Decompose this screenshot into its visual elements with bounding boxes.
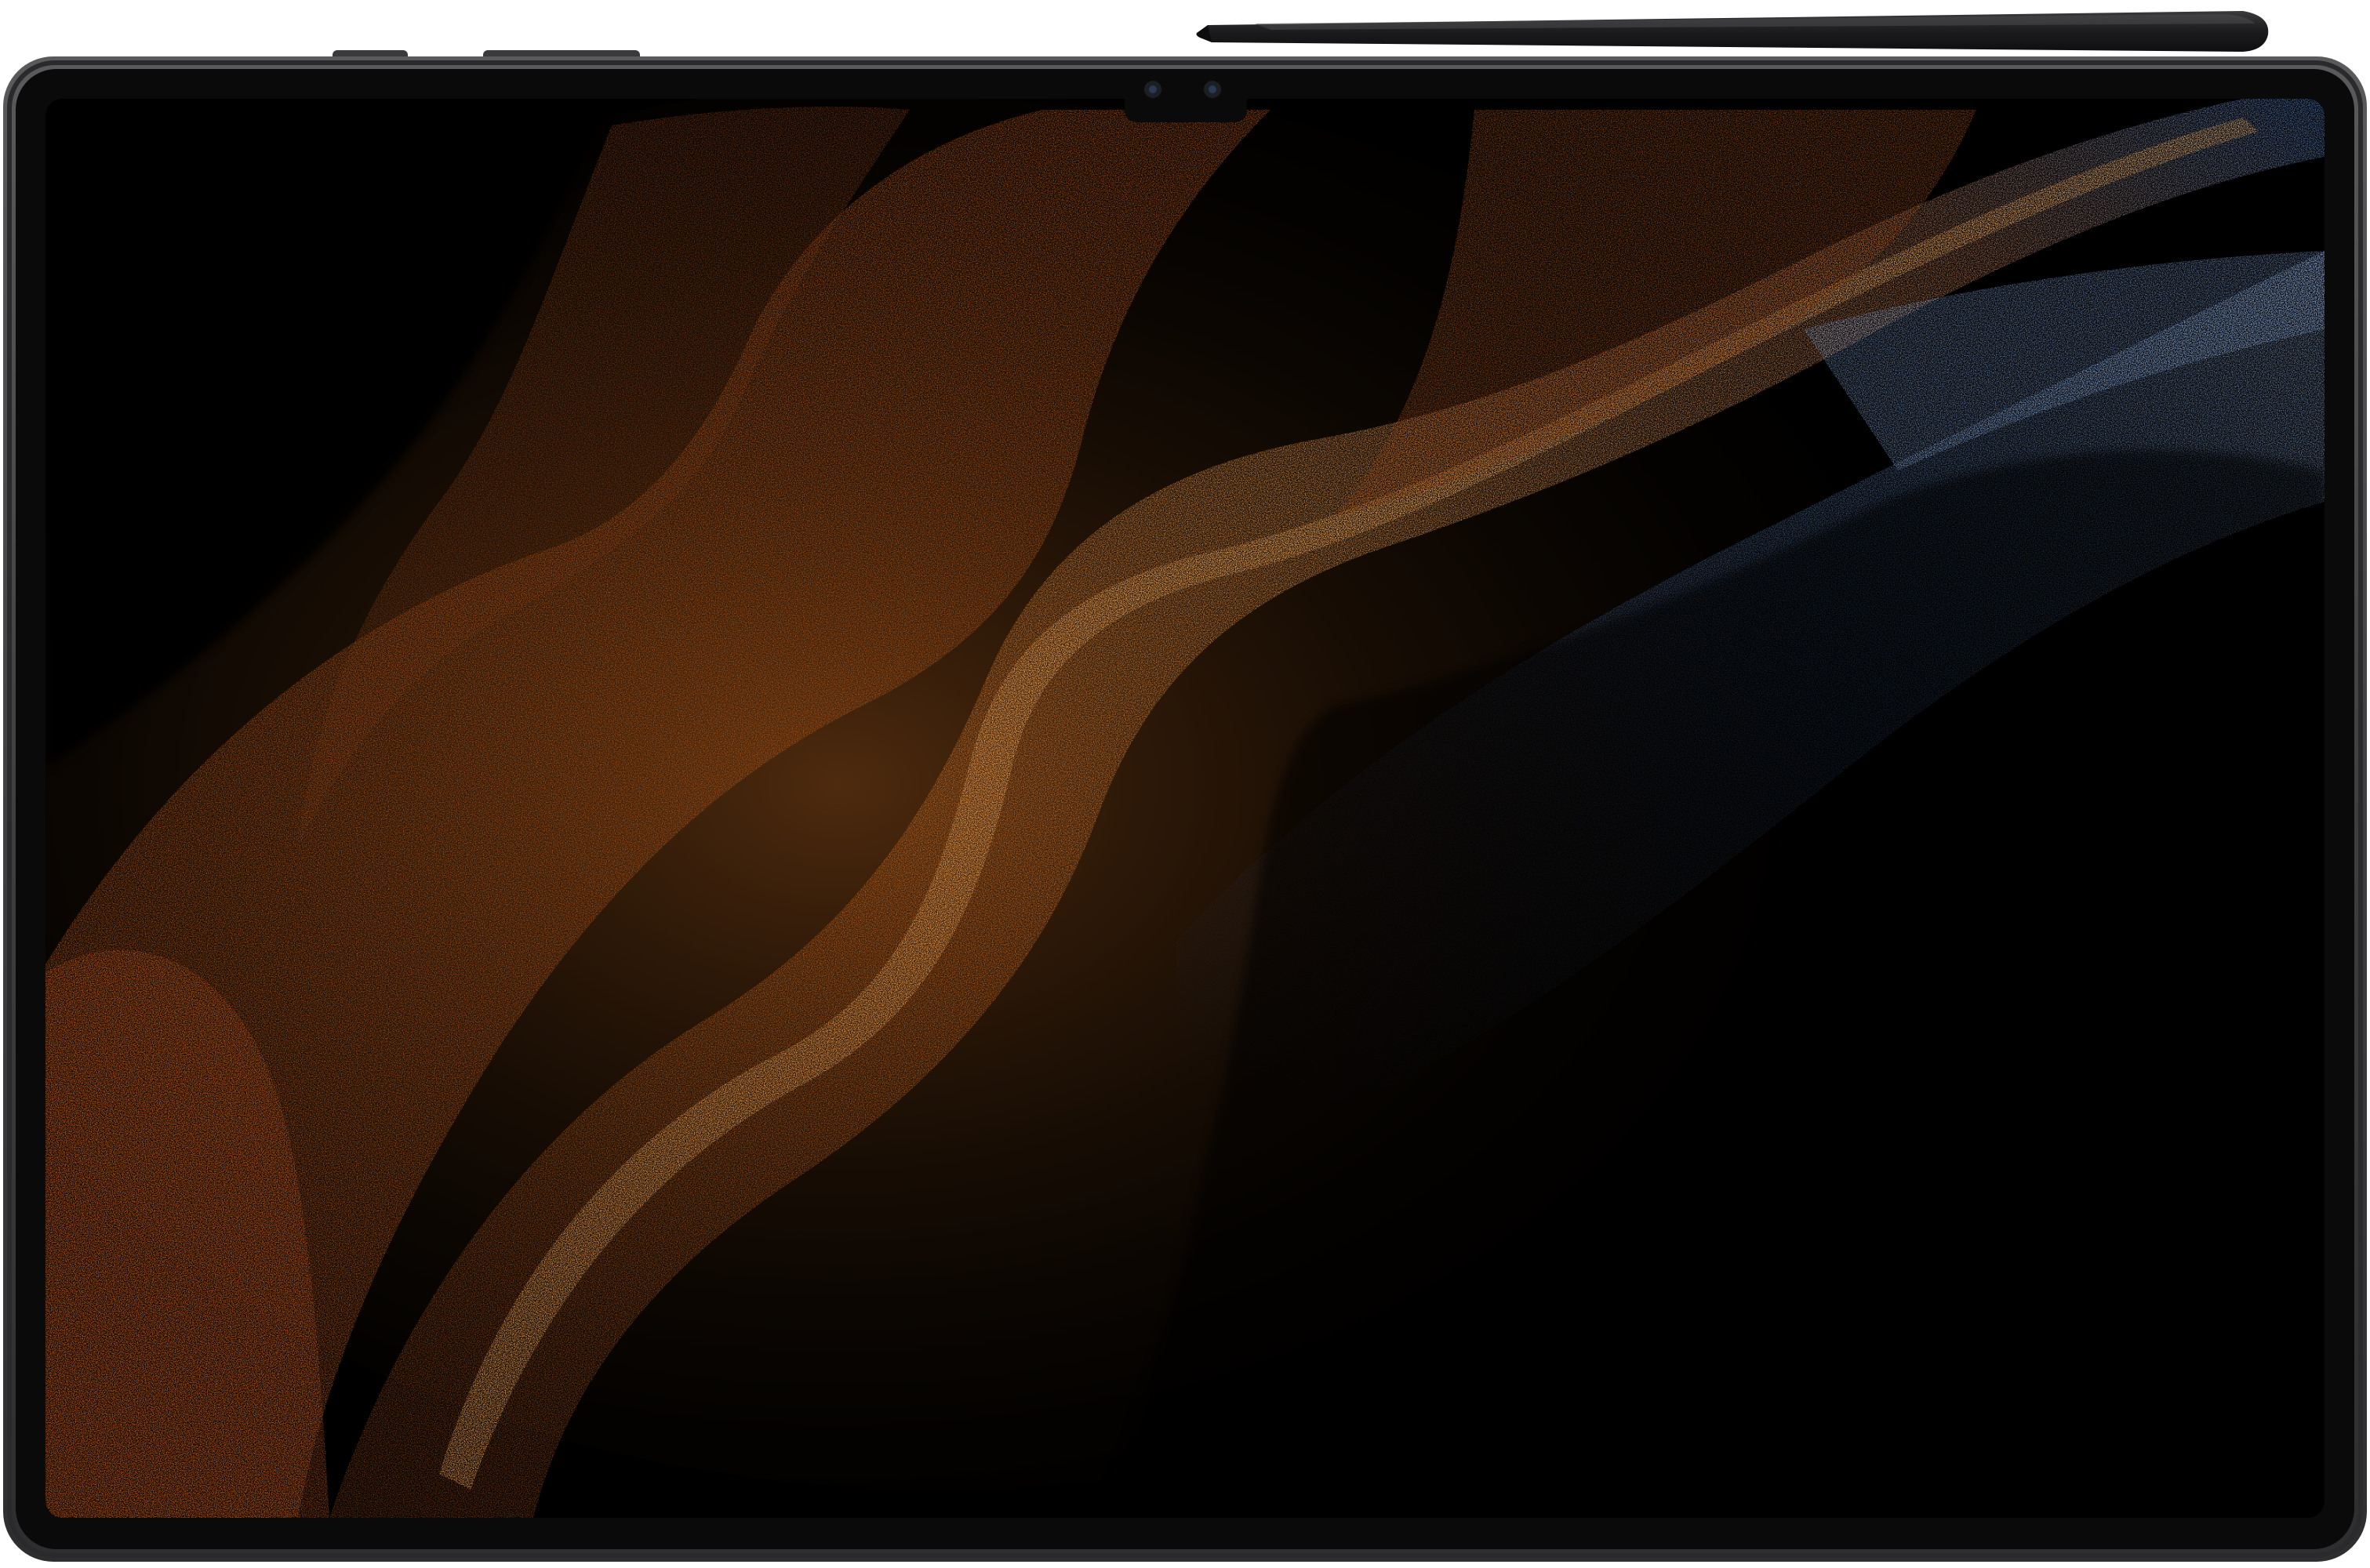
front-camera-lens xyxy=(1209,85,1216,93)
wallpaper xyxy=(45,99,2325,1518)
tablet-screen xyxy=(45,99,2325,1518)
front-camera-lens xyxy=(1149,85,1157,93)
tablet-illustration xyxy=(3,11,2367,1562)
product-image xyxy=(0,0,2370,1568)
stylus xyxy=(1196,11,2269,52)
notch xyxy=(1125,99,1247,122)
